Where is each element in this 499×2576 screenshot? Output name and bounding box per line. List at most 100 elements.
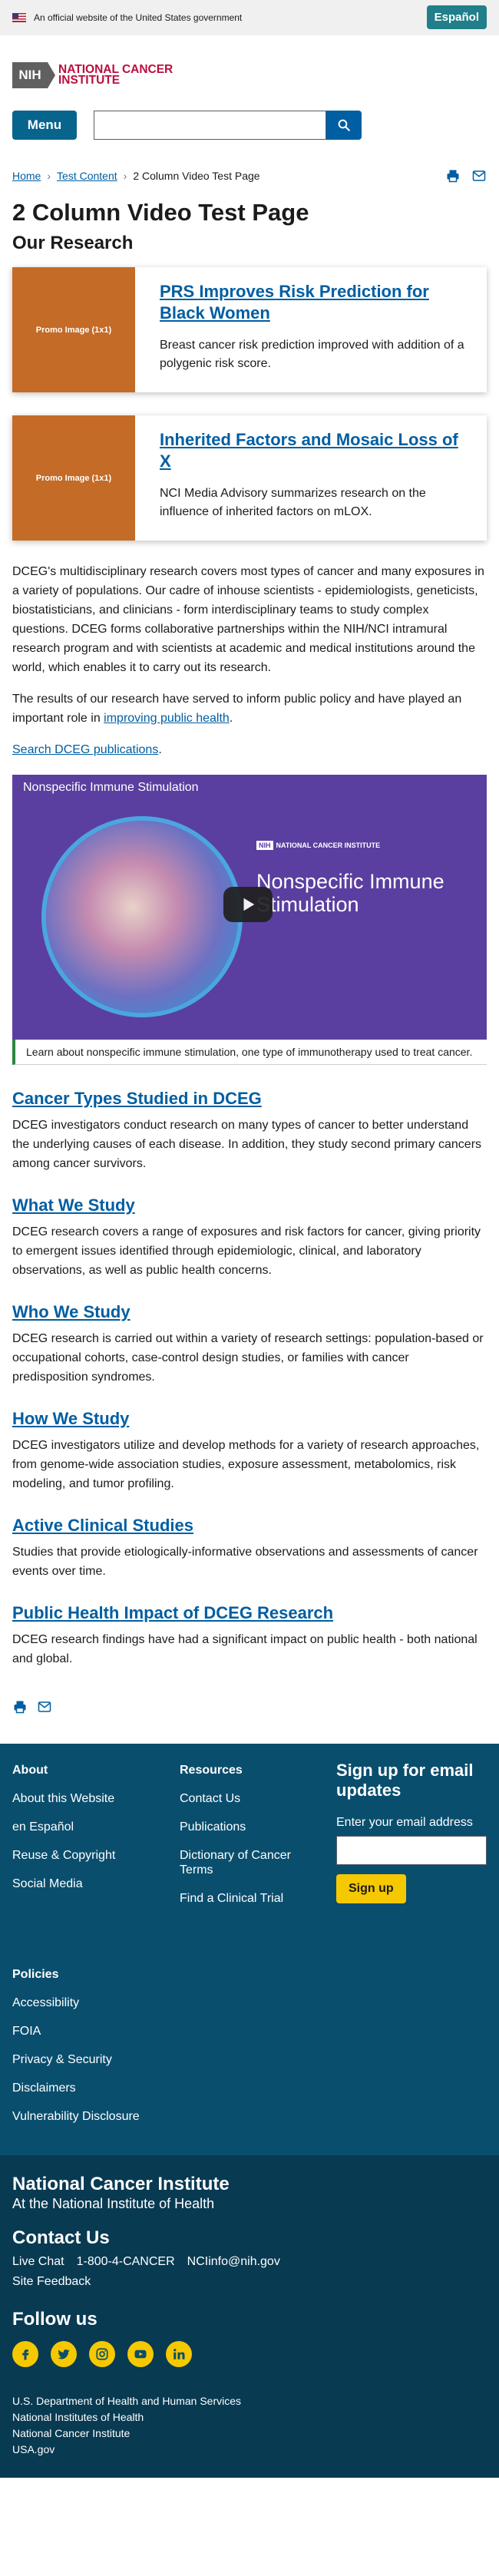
card-description: Breast cancer risk prediction improved w…	[160, 339, 464, 370]
email-signup: Sign up for email updates Enter your ema…	[336, 1761, 487, 1903]
feature-title-link[interactable]: Who We Study	[0, 1301, 499, 1323]
nav-row: Menu	[12, 111, 487, 140]
email-link[interactable]: NCIinfo@nih.gov	[187, 2255, 280, 2269]
nih-link[interactable]: National Institutes of Health	[12, 2409, 487, 2426]
feature-title-link[interactable]: Active Clinical Studies	[0, 1515, 499, 1536]
search-input[interactable]	[94, 111, 326, 140]
footer-org-name: National Cancer Institute	[12, 2174, 230, 2194]
site-feedback-link[interactable]: Site Feedback	[12, 2275, 91, 2288]
facebook-icon[interactable]	[12, 2341, 38, 2367]
footer-policies-column: Policies Accessibility FOIA Privacy & Se…	[12, 1968, 140, 2124]
footer-link[interactable]: Publications	[180, 1820, 326, 1834]
footer-link[interactable]: Dictionary of Cancer Terms	[180, 1848, 326, 1877]
feature-title-link[interactable]: Cancer Types Studied in DCEG	[0, 1088, 499, 1109]
feature-item: Public Health Impact of DCEG Research DC…	[0, 1602, 499, 1668]
footer-link[interactable]: Contact Us	[180, 1791, 326, 1806]
intro-paragraph: DCEG's multidisciplinary research covers…	[12, 565, 484, 674]
youtube-icon[interactable]	[127, 2341, 154, 2367]
twitter-icon[interactable]	[51, 2341, 77, 2367]
footer-link[interactable]: Find a Clinical Trial	[180, 1891, 326, 1906]
footer-about-title: About	[12, 1764, 48, 1777]
footer-bottom: National Cancer Institute At the Nationa…	[0, 2155, 499, 2478]
espanol-button[interactable]: Español	[426, 5, 487, 29]
email-icon[interactable]	[37, 1699, 52, 1715]
footer-link[interactable]: About this Website	[12, 1791, 115, 1806]
print-icon[interactable]	[12, 1699, 28, 1715]
hhs-link[interactable]: U.S. Department of Health and Human Serv…	[12, 2393, 487, 2409]
signup-button[interactable]: Sign up	[336, 1874, 406, 1903]
usagov-link[interactable]: USA.gov	[12, 2442, 487, 2458]
feature-title-link[interactable]: How We Study	[0, 1408, 499, 1430]
footer-link[interactable]: Accessibility	[12, 1996, 140, 2010]
footer-link[interactable]: Vulnerability Disclosure	[12, 2109, 140, 2124]
signup-title: Sign up for email updates	[336, 1761, 474, 1800]
feature-description: DCEG investigators conduct research on m…	[12, 1119, 482, 1170]
video-player[interactable]: Nonspecific Immune Stimulation NIH NATION…	[12, 775, 487, 1040]
video-brand-text: NATIONAL CANCER INSTITUTE	[276, 842, 381, 849]
breadcrumb: Home › Test Content › 2 Column Video Tes…	[12, 170, 260, 182]
improving-public-health-link[interactable]: improving public health	[104, 712, 230, 725]
video-brand: NIH NATIONAL CANCER INSTITUTE	[256, 841, 380, 850]
linkedin-icon[interactable]	[166, 2341, 192, 2367]
promo-image: Promo Image (1x1)	[12, 415, 135, 541]
video-heading-line-1: Nonspecific Immune	[256, 870, 444, 893]
us-flag-icon	[12, 13, 26, 22]
footer-link[interactable]: FOIA	[12, 2024, 140, 2039]
card-body: Inherited Factors and Mosaic Loss of X N…	[135, 415, 487, 541]
footer-resources-column: Resources Contact Us Publications Dictio…	[180, 1764, 326, 1906]
feature-description: DCEG research findings have had a signif…	[12, 1633, 478, 1665]
feature-description: DCEG research is carried out within a va…	[12, 1332, 484, 1384]
instagram-icon[interactable]	[89, 2341, 115, 2367]
logo-text: National Cancer Institute	[58, 64, 173, 87]
footer-link[interactable]: Privacy & Security	[12, 2052, 140, 2067]
video-title: Nonspecific Immune Stimulation	[23, 781, 199, 794]
footer-link[interactable]: Social Media	[12, 1877, 115, 1891]
footer-resources-title: Resources	[180, 1764, 243, 1777]
footer-link[interactable]: en Español	[12, 1820, 115, 1834]
promo-card[interactable]: Promo Image (1x1) Inherited Factors and …	[12, 415, 487, 541]
search-icon	[338, 119, 350, 131]
search-button[interactable]	[326, 111, 362, 140]
video-heading: Nonspecific Immune Stimulation	[256, 870, 444, 916]
email-icon[interactable]	[471, 168, 487, 184]
site-footer: About About this Website en Español Reus…	[0, 1744, 499, 2155]
feature-item: Who We Study DCEG research is carried ou…	[0, 1301, 499, 1387]
card-title-link[interactable]: PRS Improves Risk Prediction for Black W…	[160, 281, 465, 324]
feature-description: DCEG research covers a range of exposure…	[12, 1225, 481, 1277]
live-chat-link[interactable]: Live Chat	[12, 2255, 64, 2269]
email-field[interactable]	[336, 1836, 487, 1865]
play-button[interactable]	[223, 887, 273, 922]
feature-item: How We Study DCEG investigators utilize …	[0, 1408, 499, 1493]
footer-link[interactable]: Disclaimers	[12, 2081, 140, 2095]
results-suffix: .	[229, 712, 233, 725]
feature-list: Cancer Types Studied in DCEG DCEG invest…	[0, 1088, 499, 1668]
feature-description: Studies that provide etiologically-infor…	[12, 1546, 478, 1578]
feature-item: Cancer Types Studied in DCEG DCEG invest…	[0, 1088, 499, 1173]
footer-org-sub: At the National Institute of Health	[12, 2196, 215, 2211]
nci-link[interactable]: National Cancer Institute	[12, 2426, 487, 2442]
page-title: 2 Column Video Test Page	[12, 199, 309, 226]
footer-link[interactable]: Reuse & Copyright	[12, 1848, 115, 1863]
immune-cell-illustration	[46, 821, 238, 1013]
nih-logo-mark: NIH	[12, 62, 55, 88]
phone-link[interactable]: 1-800-4-CANCER	[77, 2255, 175, 2269]
print-icon[interactable]	[445, 168, 461, 184]
nci-logo[interactable]: NIH National Cancer Institute	[12, 60, 487, 91]
feature-title-link[interactable]: What We Study	[0, 1195, 499, 1216]
feature-description: DCEG investigators utilize and develop m…	[12, 1439, 480, 1490]
promo-card[interactable]: Promo Image (1x1) PRS Improves Risk Pred…	[12, 267, 487, 392]
menu-button[interactable]: Menu	[12, 111, 77, 140]
page-tools	[445, 168, 487, 184]
chevron-right-icon: ›	[123, 170, 127, 182]
card-title-link[interactable]: Inherited Factors and Mosaic Loss of X	[160, 429, 465, 472]
play-icon	[243, 898, 255, 911]
search-publications-link[interactable]: Search DCEG publications	[12, 743, 158, 756]
follow-us-title: Follow us	[12, 2309, 97, 2330]
bottom-page-tools	[0, 1699, 499, 1715]
breadcrumb-home[interactable]: Home	[12, 170, 41, 182]
feature-title-link[interactable]: Public Health Impact of DCEG Research	[0, 1602, 499, 1624]
chevron-right-icon: ›	[47, 170, 51, 182]
results-text: The results of our research have served …	[12, 693, 462, 725]
gov-links: U.S. Department of Health and Human Serv…	[12, 2393, 487, 2458]
breadcrumb-test-content[interactable]: Test Content	[57, 170, 117, 182]
